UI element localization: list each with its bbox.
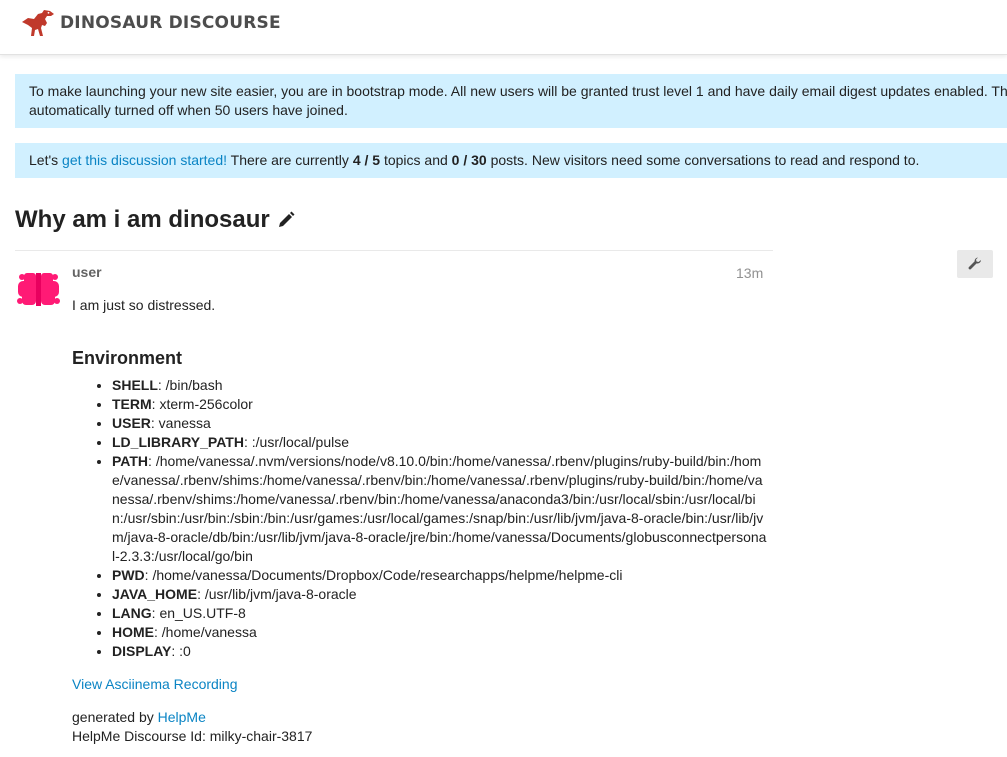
post-username[interactable]: user (72, 264, 102, 280)
post-body: I am just so distressed. Environment SHE… (72, 296, 767, 746)
admin-menu-button[interactable] (957, 250, 993, 278)
helpme-link[interactable]: HelpMe (158, 709, 206, 725)
bootstrap-notice-text: To make launching your new site easier, … (29, 83, 1007, 118)
env-key: TERM (112, 396, 152, 412)
env-item-path: PATH: /home/vanessa/.nvm/versions/node/v… (112, 452, 767, 566)
env-item-term: TERM: xterm-256color (112, 395, 767, 414)
env-value: : :0 (171, 643, 191, 659)
wrench-icon (968, 257, 982, 270)
asciinema-recording-link[interactable]: View Asciinema Recording (72, 675, 767, 694)
start-discussion-link[interactable]: get this discussion started! (62, 152, 227, 168)
env-key: USER (112, 415, 151, 431)
env-key: DISPLAY (112, 643, 172, 659)
post-text: I am just so distressed. (72, 297, 216, 313)
site-header: DINOSAUR DISCOURSE (0, 0, 1007, 55)
env-item-java-home: JAVA_HOME: /usr/lib/jvm/java-8-oracle (112, 585, 767, 604)
generated-by-line: generated by HelpMe (72, 708, 767, 727)
start-notice-prefix: Let's (29, 152, 63, 168)
env-value: : /home/vanessa/Documents/Dropbox/Code/r… (144, 567, 623, 583)
start-notice-mid1: There are currently (227, 152, 353, 168)
user-avatar[interactable] (16, 267, 61, 312)
env-value: : /home/vanessa (154, 624, 257, 640)
env-key: SHELL (112, 377, 158, 393)
env-key: LD_LIBRARY_PATH (112, 434, 244, 450)
posts-count: 0 / 30 (451, 152, 487, 168)
bootstrap-mode-notice: To make launching your new site easier, … (15, 74, 1007, 128)
env-key: PATH (112, 453, 149, 469)
env-value: : vanessa (150, 415, 211, 431)
topic-title[interactable]: Why am i am dinosaur (15, 206, 270, 234)
topics-count: 4 / 5 (352, 152, 381, 168)
env-item-home: HOME: /home/vanessa (112, 623, 767, 642)
dinosaur-logo-icon (22, 10, 54, 36)
env-value: : en_US.UTF-8 (151, 605, 246, 621)
topic-title-row: Why am i am dinosaur (15, 206, 295, 234)
env-value: : /usr/lib/jvm/java-8-oracle (197, 586, 357, 602)
start-notice-suffix: posts. New visitors need some conversati… (486, 152, 920, 168)
env-value: : xterm-256color (151, 396, 253, 412)
post-timestamp[interactable]: 13m (736, 265, 763, 281)
env-value: : /home/vanessa/.nvm/versions/node/v8.10… (112, 453, 767, 564)
generated-prefix: generated by (72, 709, 158, 725)
pencil-icon[interactable] (277, 211, 295, 229)
env-item-shell: SHELL: /bin/bash (112, 376, 767, 395)
env-item-ld-library-path: LD_LIBRARY_PATH: :/usr/local/pulse (112, 433, 767, 452)
discourse-id-line: HelpMe Discourse Id: milky-chair-3817 (72, 728, 313, 744)
environment-list: SHELL: /bin/bash TERM: xterm-256color US… (72, 376, 767, 661)
env-item-user: USER: vanessa (112, 414, 767, 433)
env-key: HOME (112, 624, 154, 640)
env-item-lang: LANG: en_US.UTF-8 (112, 604, 767, 623)
env-key: LANG (112, 605, 152, 621)
env-item-pwd: PWD: /home/vanessa/Documents/Dropbox/Cod… (112, 566, 767, 585)
site-logo[interactable]: DINOSAUR DISCOURSE (20, 8, 281, 38)
environment-heading: Environment (72, 348, 183, 368)
site-name: DINOSAUR DISCOURSE (60, 13, 281, 33)
env-item-display: DISPLAY: :0 (112, 642, 767, 661)
title-divider (15, 250, 773, 251)
env-key: JAVA_HOME (112, 586, 198, 602)
env-value: : :/usr/local/pulse (243, 434, 350, 450)
start-notice-mid2: topics and (380, 152, 452, 168)
env-value: : /bin/bash (157, 377, 223, 393)
env-key: PWD (112, 567, 145, 583)
start-discussion-notice: Let's get this discussion started! There… (15, 143, 1007, 178)
